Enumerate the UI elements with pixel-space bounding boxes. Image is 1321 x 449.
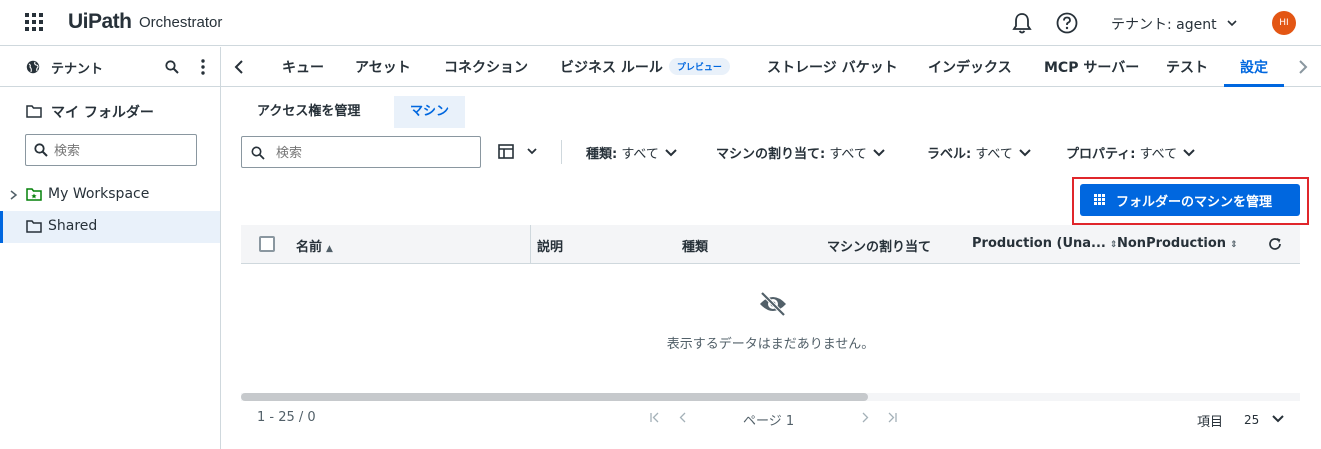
filter-value: すべて [621,147,659,162]
chevron-down-icon [1019,149,1031,157]
filter-value: すべて [829,147,867,162]
filter-type[interactable]: 種類: すべて [586,143,677,162]
column-divider[interactable] [530,225,531,264]
globe-icon [26,60,40,74]
folder-icon [26,220,42,233]
filter-machine-assignment[interactable]: マシンの割り当て: すべて [716,143,885,162]
column-header-production[interactable]: Production (Una... ⇕ [972,236,1117,251]
filter-name: マシンの割り当て: [716,147,826,162]
tree-item-shared[interactable]: Shared [0,211,220,243]
column-header-name[interactable]: 名前 ▲ [296,236,333,255]
column-label: 名前 [296,240,323,255]
toolbar-divider [561,140,562,164]
sort-asc-icon: ▲ [326,244,333,254]
tab-bar: キュー アセット コネクション ビジネス ルール プレビュー ストレージ バケット… [221,47,1321,87]
bell-icon[interactable] [1012,12,1032,34]
subtab-machines[interactable]: マシン [394,96,466,128]
sort-icon: ⇕ [1230,240,1238,250]
top-bar: UiPath Orchestrator テナント: agent HI [0,0,1321,46]
workspace-folder-icon [26,188,42,201]
filter-value: すべて [1139,147,1178,162]
tab-settings[interactable]: 設定 [1240,57,1268,77]
previous-page-icon[interactable] [678,412,688,423]
machine-search-field[interactable] [241,136,481,168]
tree-item-label: Shared [48,218,98,234]
items-per-page-select[interactable]: 25 [1244,413,1259,427]
items-per-page-label: 項目 [1197,415,1224,430]
refresh-icon[interactable] [1268,237,1282,251]
tab-business-rules[interactable]: ビジネス ルール プレビュー [560,57,730,77]
search-icon [251,146,265,160]
chevron-down-icon [1183,149,1195,157]
grid-icon [1094,194,1105,205]
tree-item-my-workspace[interactable]: My Workspace [0,179,220,211]
filter-name: ラベル: [927,147,972,162]
tab-queues[interactable]: キュー [282,57,324,77]
chevron-down-icon[interactable] [1226,17,1238,29]
chevron-down-icon [665,149,677,157]
tab-mcp-servers[interactable]: MCP サーバー [1044,57,1139,77]
tab-storage-buckets[interactable]: ストレージ バケット [767,57,898,77]
column-header-nonproduction[interactable]: NonProduction ⇕ [1117,236,1238,251]
filter-name: 種類: [586,147,618,162]
filter-label[interactable]: ラベル: すべて [927,143,1031,162]
chevron-down-icon[interactable] [1272,414,1284,424]
subtab-manage-access[interactable]: アクセス権を管理 [241,96,376,128]
column-header-description[interactable]: 説明 [537,236,563,255]
chevron-left-icon[interactable] [233,59,245,75]
column-header-type[interactable]: 種類 [682,236,708,255]
empty-state-message: 表示するデータはまだありません。 [666,337,875,352]
help-icon[interactable] [1056,12,1078,34]
column-header-machine-assignment[interactable]: マシンの割り当て [827,236,931,255]
preview-badge: プレビュー [668,58,730,75]
my-folders-title: マイ フォルダー [51,105,154,121]
tab-testing[interactable]: テスト [1166,57,1208,77]
tree-item-label: My Workspace [48,186,150,202]
eye-off-icon [760,291,786,317]
column-label: NonProduction [1117,236,1227,251]
machine-search-input[interactable] [276,143,471,163]
tab-label: ビジネス ルール [560,60,663,76]
tab-assets[interactable]: アセット [355,57,411,77]
active-tab-indicator [1224,84,1284,87]
search-icon[interactable] [165,60,179,74]
button-label: フォルダーのマシンを管理 [1116,194,1273,210]
filter-name: プロパティ: [1066,147,1136,162]
filter-value: すべて [975,147,1013,162]
more-vertical-icon[interactable] [200,58,206,76]
first-page-icon[interactable] [650,412,660,423]
folder-icon [26,105,42,118]
page-indicator: ページ 1 [743,414,795,429]
tab-connections[interactable]: コネクション [444,57,528,77]
tab-indexes[interactable]: インデックス [928,57,1012,77]
tenant-selector[interactable]: テナント: agent [1111,14,1217,34]
sidebar-header: テナント [0,47,220,87]
uipath-logo[interactable]: UiPath [68,10,132,34]
scrollbar-thumb[interactable] [241,393,868,401]
product-name: Orchestrator [139,14,223,31]
horizontal-scrollbar[interactable] [241,393,1300,401]
tenant-label[interactable]: テナント [51,58,103,77]
chevron-right-icon[interactable] [1297,59,1309,75]
select-all-checkbox[interactable] [259,236,275,252]
pagination-range: 1 - 25 / 0 [257,410,316,425]
filter-property[interactable]: プロパティ: すべて [1066,143,1195,162]
column-picker-icon[interactable] [497,143,541,161]
last-page-icon[interactable] [887,412,897,423]
folder-search-field[interactable] [25,134,197,166]
column-label: Production (Una... [972,236,1106,251]
chevron-down-icon [873,149,885,157]
folder-search-input[interactable] [54,141,192,161]
chevron-right-icon[interactable] [9,190,18,200]
avatar[interactable]: HI [1272,11,1296,35]
folder-sidebar: テナント マイ フォルダー My Workspace Shared [0,47,221,449]
search-icon [34,143,48,157]
app-launcher-icon[interactable] [25,13,43,31]
next-page-icon[interactable] [860,412,870,423]
manage-folder-machines-button[interactable]: フォルダーのマシンを管理 [1080,184,1300,216]
table-header: 名前 ▲ 説明 種類 マシンの割り当て Production (Una... ⇕ N… [241,225,1300,264]
